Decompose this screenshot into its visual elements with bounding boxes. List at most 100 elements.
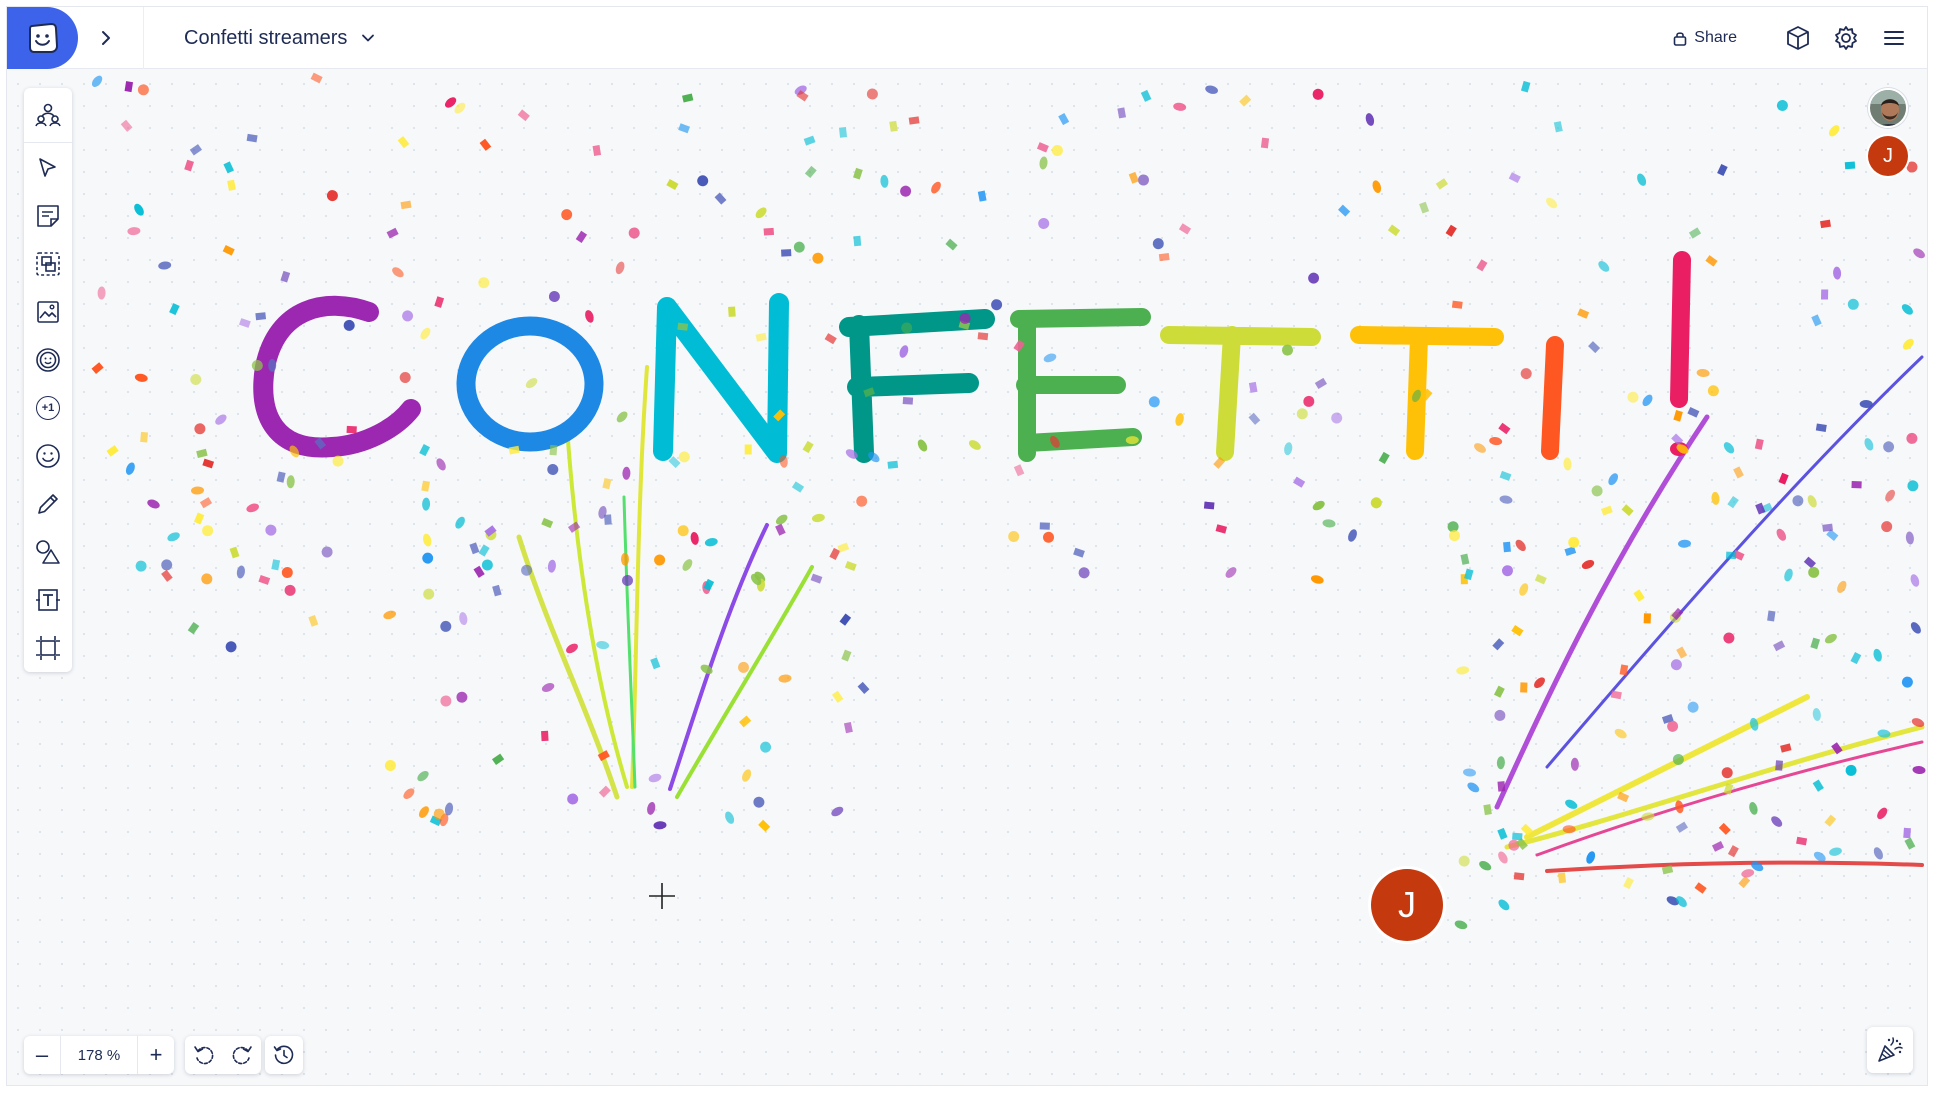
confetti-piece xyxy=(246,133,258,143)
confetti-piece xyxy=(866,88,878,100)
confetti-piece xyxy=(622,575,633,586)
confetti-piece xyxy=(678,451,690,463)
tool-select[interactable] xyxy=(30,150,66,186)
confetti-piece xyxy=(616,411,628,423)
confetti-piece xyxy=(1905,531,1914,545)
confetti-piece xyxy=(1546,197,1558,209)
tool-collaborators[interactable] xyxy=(30,96,66,132)
zoom-level[interactable]: 178 % xyxy=(60,1036,138,1074)
confetti-piece xyxy=(125,462,135,475)
confetti-piece xyxy=(1499,495,1513,504)
settings-button[interactable] xyxy=(1831,23,1861,53)
board-canvas[interactable] xyxy=(7,7,1927,1085)
confetti-piece xyxy=(402,310,414,322)
confetti-piece xyxy=(223,161,234,174)
confetti-piece xyxy=(760,741,772,753)
confetti-piece xyxy=(481,559,493,571)
confetti-piece xyxy=(1771,816,1783,827)
board-title-dropdown[interactable]: Confetti streamers xyxy=(143,7,375,69)
confetti-piece xyxy=(184,159,194,172)
user-avatar-photo[interactable] xyxy=(1868,88,1908,128)
confetti-piece xyxy=(135,560,147,572)
confetti-piece xyxy=(763,227,775,236)
user-avatar-j[interactable]: J xyxy=(1868,136,1908,176)
confetti-piece xyxy=(1474,443,1486,453)
tool-text[interactable] xyxy=(30,582,66,618)
confetti-piece xyxy=(158,261,172,270)
tool-vote[interactable]: +1 xyxy=(30,390,66,426)
confetti-piece xyxy=(478,544,490,557)
confetti-piece xyxy=(604,514,612,525)
confetti-piece xyxy=(1463,768,1476,777)
confetti-piece xyxy=(1458,855,1470,867)
confetti-piece xyxy=(1810,637,1821,650)
confetti-piece xyxy=(258,574,271,585)
confetti-piece xyxy=(1851,481,1862,489)
people-icon xyxy=(35,103,61,127)
confetti-piece xyxy=(147,499,160,509)
tool-pen[interactable] xyxy=(30,486,66,522)
redo-icon[interactable] xyxy=(230,1043,254,1067)
confetti-piece xyxy=(421,480,430,492)
confetti-piece xyxy=(1721,767,1733,779)
confetti-piece xyxy=(1687,407,1700,418)
confetti-piece xyxy=(1727,495,1739,509)
history-button[interactable] xyxy=(265,1036,303,1074)
confetti-piece xyxy=(1687,701,1699,713)
confetti-piece xyxy=(1445,224,1457,237)
undo-icon[interactable] xyxy=(192,1043,216,1067)
celebrate-button[interactable] xyxy=(1867,1027,1913,1073)
confetti-piece xyxy=(1673,410,1683,422)
confetti-piece xyxy=(547,559,556,573)
confetti-piece xyxy=(440,695,452,707)
confetti-piece xyxy=(1365,113,1375,126)
confetti-piece xyxy=(1043,353,1057,363)
tool-stamp[interactable] xyxy=(30,342,66,378)
confetti-piece xyxy=(678,123,690,134)
main-menu-button[interactable] xyxy=(1879,23,1909,53)
confetti-piece xyxy=(802,440,814,454)
tool-shapes[interactable] xyxy=(30,534,66,570)
confetti-piece xyxy=(1078,567,1090,579)
tool-sticky-note[interactable] xyxy=(30,198,66,234)
confetti-piece xyxy=(1775,760,1784,771)
confetti-piece xyxy=(1815,423,1827,432)
confetti-piece xyxy=(704,538,718,547)
hamburger-menu-icon xyxy=(1884,31,1904,45)
confetti-piece xyxy=(1623,877,1634,890)
confetti-piece xyxy=(227,179,236,191)
confetti-piece xyxy=(647,801,656,815)
confetti-piece xyxy=(1778,472,1789,485)
tool-emoji[interactable] xyxy=(30,438,66,474)
share-button[interactable]: Share xyxy=(1673,29,1737,47)
confetti-piece xyxy=(908,116,920,125)
confetti-piece xyxy=(697,175,709,187)
tool-group[interactable] xyxy=(30,246,66,282)
confetti-piece xyxy=(725,811,735,824)
confetti-piece xyxy=(666,179,679,190)
confetti-piece xyxy=(1913,248,1925,259)
note-icon xyxy=(37,205,59,227)
confetti-piece xyxy=(1907,480,1919,492)
expand-sidebar-button[interactable] xyxy=(85,17,127,59)
tool-image[interactable] xyxy=(30,294,66,330)
confetti-piece xyxy=(615,261,625,275)
confetti-piece xyxy=(222,244,235,256)
confetti-piece xyxy=(653,821,667,830)
confetti-piece xyxy=(1338,204,1351,217)
confetti-piece xyxy=(1873,648,1882,662)
confetti-piece xyxy=(106,445,119,457)
confetti-piece xyxy=(517,109,530,122)
confetti-piece xyxy=(1910,622,1921,634)
confetti-piece xyxy=(1387,224,1401,237)
zoom-out-button[interactable]: – xyxy=(24,1036,60,1074)
confetti-piece xyxy=(682,559,693,571)
confetti-piece xyxy=(1675,821,1688,833)
confetti-piece xyxy=(479,138,492,151)
confetti-piece xyxy=(1503,541,1511,553)
zoom-in-button[interactable]: + xyxy=(138,1036,174,1074)
tool-frame[interactable] xyxy=(30,630,66,666)
confetti-piece xyxy=(1513,872,1525,881)
app-logo-icon[interactable] xyxy=(7,7,78,69)
templates-button[interactable] xyxy=(1783,23,1813,53)
